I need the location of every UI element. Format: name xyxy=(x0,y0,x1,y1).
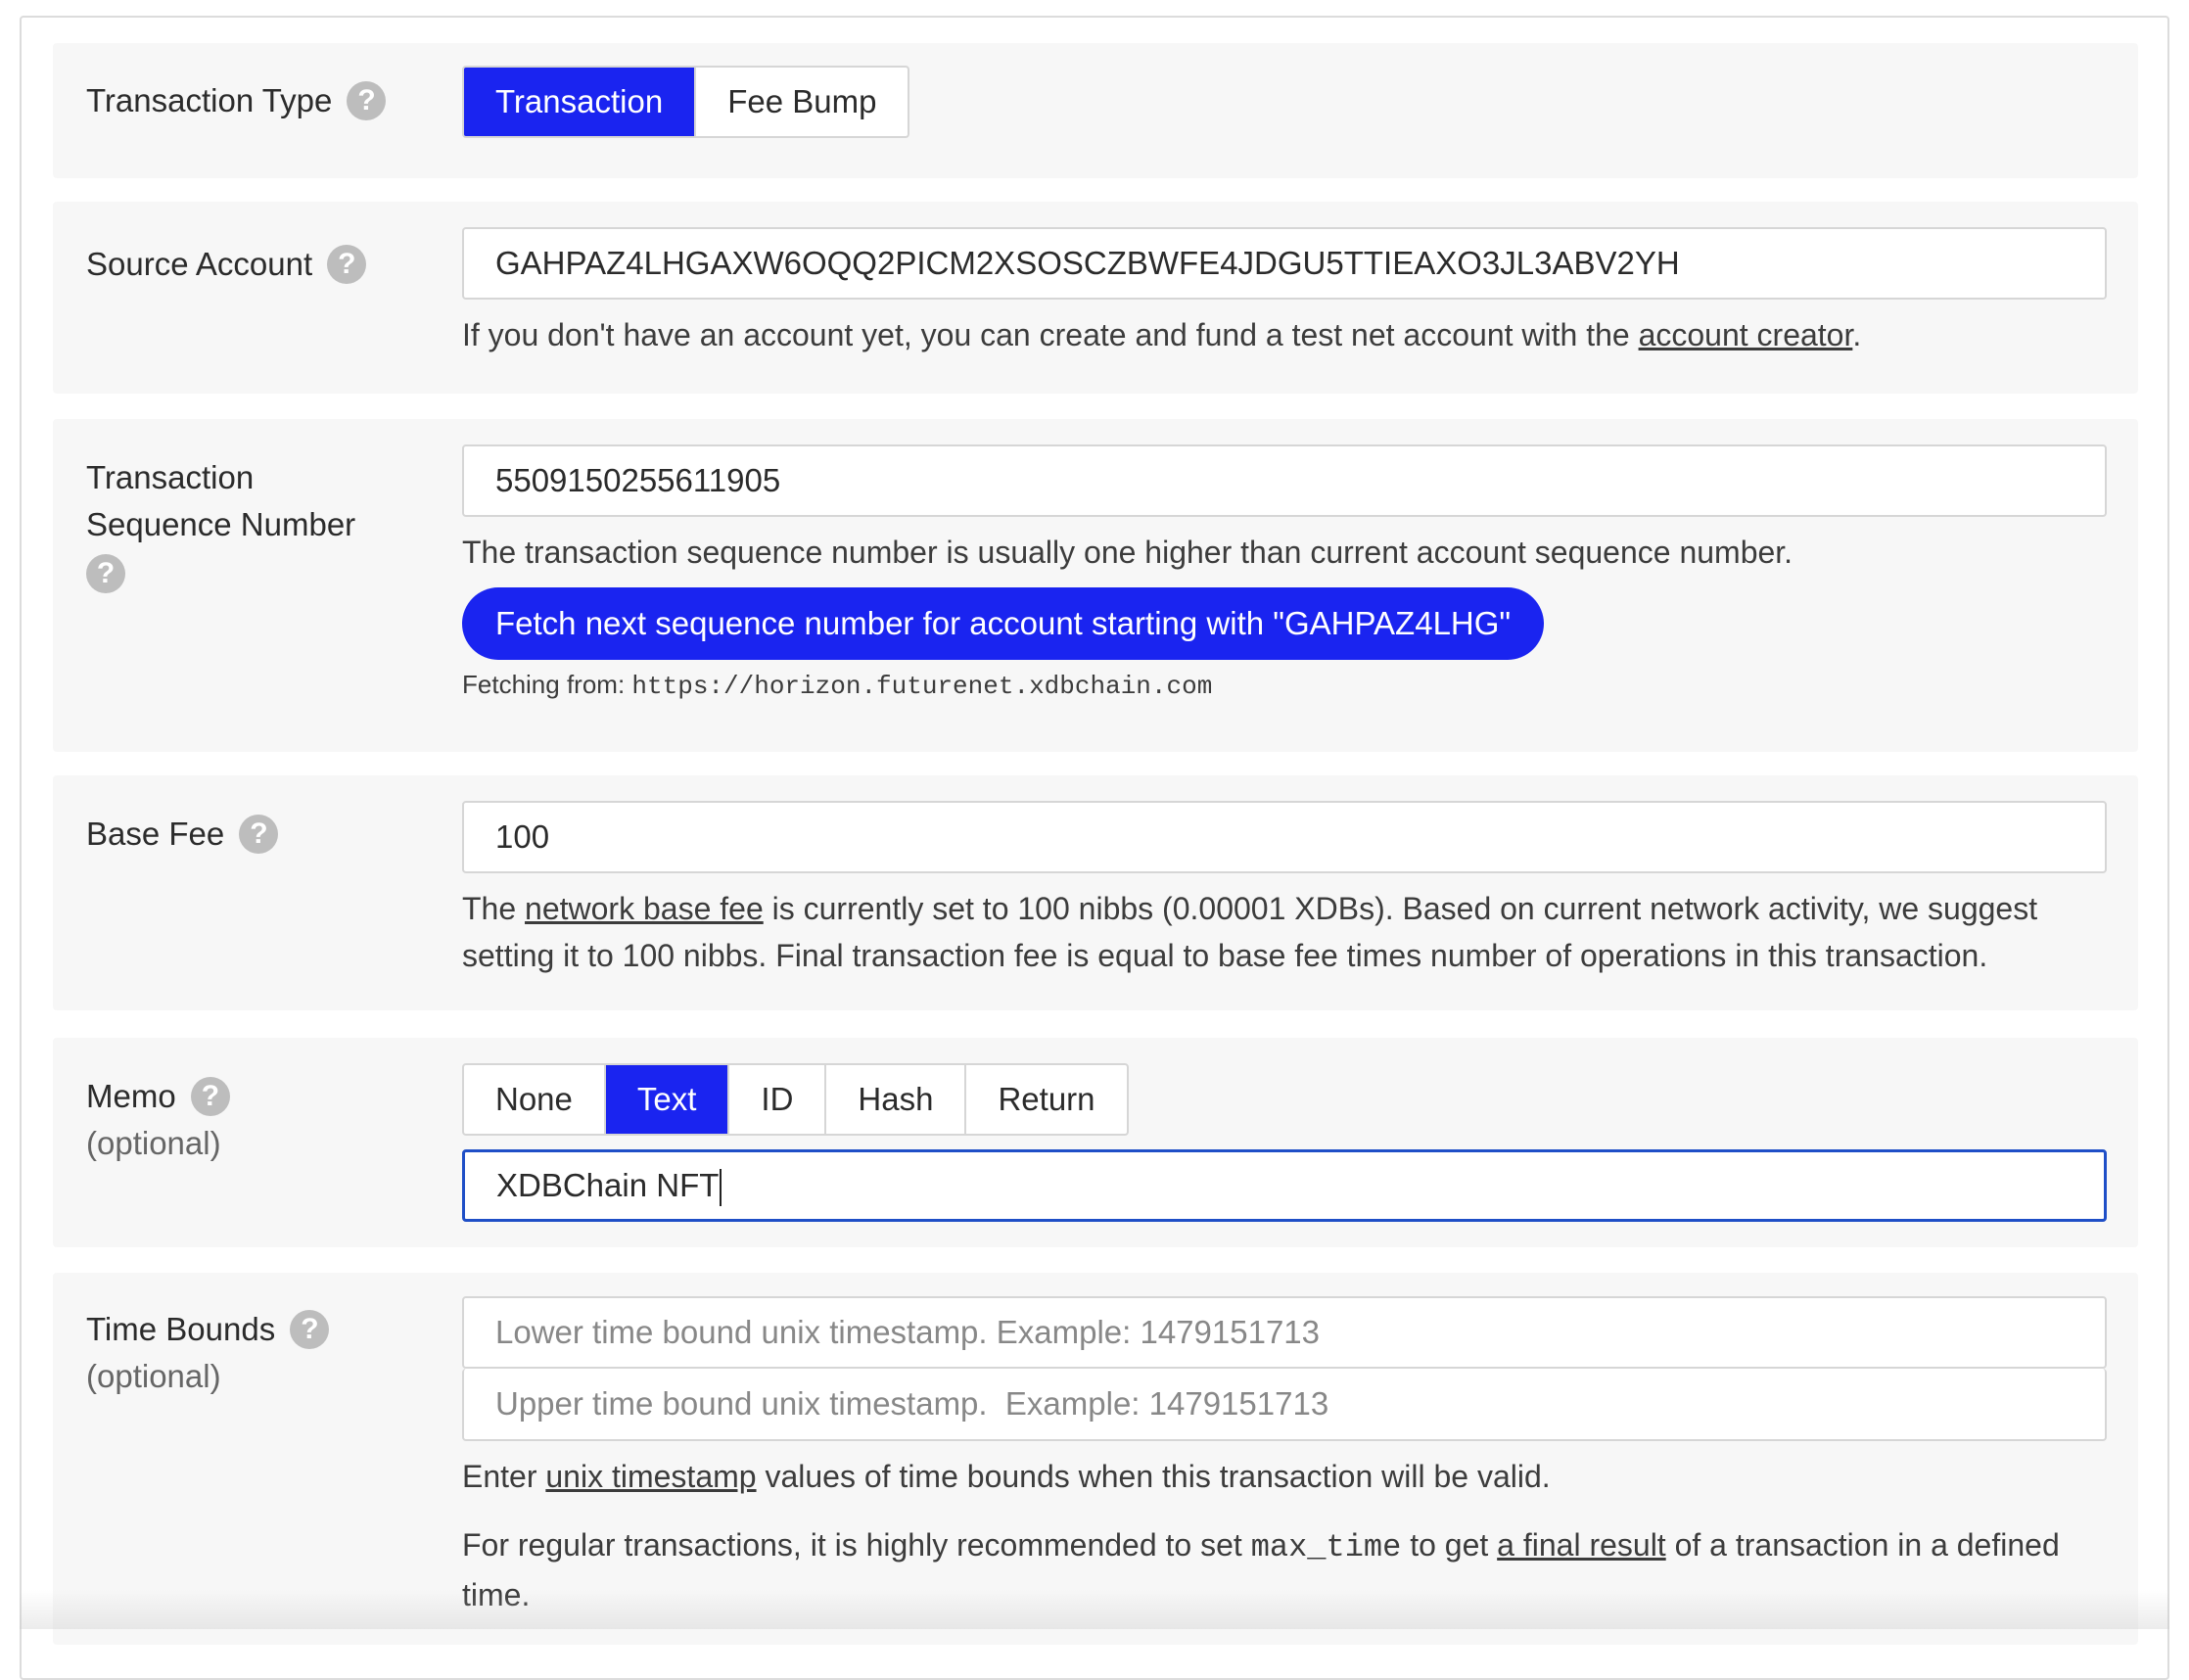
fetching-from-label: Fetching from: xyxy=(462,670,632,699)
time-bounds-help-2-line2: time. xyxy=(462,1577,531,1612)
memo-option-text[interactable]: Text xyxy=(605,1065,730,1134)
memo-optional-label: (optional) xyxy=(86,1125,221,1161)
base-fee-help: The network base fee is currently set to… xyxy=(462,885,2107,979)
memo-option-none[interactable]: None xyxy=(464,1065,606,1134)
help-icon[interactable]: ? xyxy=(347,81,387,121)
base-fee-field: The network base fee is currently set to… xyxy=(462,801,2107,979)
sequence-number-help: The transaction sequence number is usual… xyxy=(462,535,1793,570)
time-bounds-help-2-line1: For regular transactions, it is highly r… xyxy=(462,1521,2107,1571)
help-icon[interactable]: ? xyxy=(290,1310,330,1350)
help-icon[interactable]: ? xyxy=(327,245,367,285)
source-account-row: Source Account ? If you don't have an ac… xyxy=(53,202,2138,394)
time-bounds-label-wrap: Time Bounds ? (optional) xyxy=(86,1306,330,1400)
memo-option-id[interactable]: ID xyxy=(729,1065,827,1134)
network-base-fee-link[interactable]: network base fee xyxy=(525,891,764,926)
account-creator-link[interactable]: account creator xyxy=(1639,317,1853,352)
time-bounds-help-2: For regular transactions, it is highly r… xyxy=(462,1521,2107,1618)
memo-option-hash[interactable]: Hash xyxy=(826,1065,967,1134)
source-account-help-text: If you don't have an account yet, you ca… xyxy=(462,317,1639,352)
upper-time-bound-input[interactable] xyxy=(462,1369,2107,1441)
time-bounds-help-1-suffix: values of time bounds when this transact… xyxy=(756,1459,1551,1494)
transaction-type-row: Transaction Type ? Transaction Fee Bump xyxy=(53,43,2138,178)
base-fee-label-wrap: Base Fee ? xyxy=(86,811,279,858)
fetch-sequence-button[interactable]: Fetch next sequence number for account s… xyxy=(462,587,1545,660)
time-bounds-label: Time Bounds xyxy=(86,1311,276,1347)
source-account-help: If you don't have an account yet, you ca… xyxy=(462,311,2107,358)
base-fee-help-line1: The network base fee is currently set to… xyxy=(462,885,2107,932)
time-bounds-help-2-prefix: For regular transactions, it is highly r… xyxy=(462,1527,1251,1563)
memo-row: Memo ? (optional) None Text ID Hash Retu… xyxy=(53,1038,2138,1247)
base-fee-input[interactable] xyxy=(462,801,2107,873)
memo-type-toggle: None Text ID Hash Return xyxy=(462,1063,1129,1136)
time-bounds-optional-label: (optional) xyxy=(86,1358,221,1394)
base-fee-help-prefix: The xyxy=(462,891,526,926)
unix-timestamp-link[interactable]: unix timestamp xyxy=(545,1459,756,1494)
transaction-type-option-fee-bump[interactable]: Fee Bump xyxy=(696,68,908,136)
memo-option-return[interactable]: Return xyxy=(966,1065,1126,1134)
sequence-number-input[interactable] xyxy=(462,444,2107,517)
time-bounds-row: Time Bounds ? (optional) Enter unix time… xyxy=(53,1273,2138,1645)
time-bounds-field: Enter unix timestamp values of time boun… xyxy=(462,1296,2107,1618)
transaction-type-label: Transaction Type xyxy=(86,82,333,118)
sequence-number-row: Transaction Sequence Number ? The transa… xyxy=(53,419,2138,752)
help-icon[interactable]: ? xyxy=(190,1077,230,1117)
source-account-help-suffix: . xyxy=(1852,317,1862,352)
time-bounds-help-2-mid: to get xyxy=(1401,1527,1498,1563)
time-bounds-help-2-suffix: of a transaction in a defined xyxy=(1665,1527,2060,1563)
transaction-type-option-transaction[interactable]: Transaction xyxy=(464,68,697,136)
sequence-number-label-line2: Sequence Number xyxy=(86,506,356,542)
base-fee-help-line1-suffix: is currently set to 100 nibbs (0.00001 X… xyxy=(763,891,2038,926)
sequence-number-label-line1: Transaction xyxy=(86,459,255,495)
base-fee-help-line2: setting it to 100 nibbs. Final transacti… xyxy=(462,938,1988,973)
memo-field: None Text ID Hash Return XDBChain NFT xyxy=(462,1063,2107,1222)
text-cursor xyxy=(720,1169,722,1207)
source-account-field: If you don't have an account yet, you ca… xyxy=(462,227,2107,358)
source-account-input[interactable] xyxy=(462,227,2107,300)
memo-label-wrap: Memo ? (optional) xyxy=(86,1073,230,1167)
transaction-type-field: Transaction Fee Bump xyxy=(462,66,2107,138)
sequence-number-label-wrap: Transaction Sequence Number ? xyxy=(86,454,355,597)
memo-text-value: XDBChain NFT xyxy=(496,1167,720,1203)
sequence-number-field: The transaction sequence number is usual… xyxy=(462,444,2107,701)
base-fee-label: Base Fee xyxy=(86,816,225,852)
time-bounds-help-1: Enter unix timestamp values of time boun… xyxy=(462,1453,2107,1500)
base-fee-row: Base Fee ? The network base fee is curre… xyxy=(53,775,2138,1010)
lower-time-bound-input[interactable] xyxy=(462,1296,2107,1369)
time-bounds-help-1-prefix: Enter xyxy=(462,1459,546,1494)
horizon-url: https://horizon.futurenet.xdbchain.com xyxy=(631,672,1213,701)
help-icon[interactable]: ? xyxy=(239,815,279,855)
memo-text-input[interactable]: XDBChain NFT xyxy=(462,1149,2107,1222)
source-account-label-wrap: Source Account ? xyxy=(86,241,367,288)
help-icon[interactable]: ? xyxy=(86,554,125,594)
source-account-label: Source Account xyxy=(86,246,313,282)
final-result-link[interactable]: a final result xyxy=(1497,1527,1666,1563)
max-time-code: max_time xyxy=(1250,1529,1402,1565)
memo-label: Memo xyxy=(86,1078,176,1114)
transaction-type-label-wrap: Transaction Type ? xyxy=(86,77,387,124)
fetching-from-note: Fetching from: https://horizon.futurenet… xyxy=(462,670,2107,701)
transaction-type-toggle: Transaction Fee Bump xyxy=(462,66,910,138)
